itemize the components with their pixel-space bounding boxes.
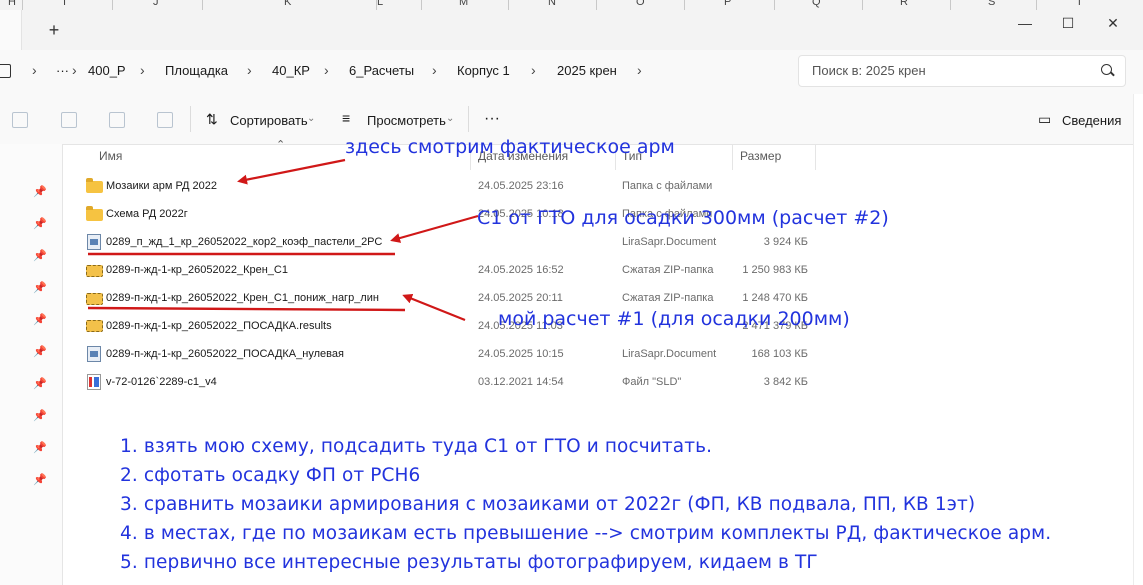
note-item: 2. сфотать осадку ФП от РСН6 <box>120 465 421 486</box>
note-item: 1. взять мою схему, подсадить туда С1 от… <box>120 436 713 457</box>
arrow-to-c1-document <box>390 214 479 243</box>
note-item: 4. в местах, где по мозаикам есть превыш… <box>120 523 1052 544</box>
arrow-to-my-calc <box>402 293 466 322</box>
vertical-scrollbar[interactable] <box>1133 94 1143 585</box>
arrow-to-mosaic-folder <box>237 158 346 185</box>
note-item: 3. сравнить мозаики армирования с мозаик… <box>120 494 976 515</box>
note-item: 5. первично все интересные результаты фо… <box>120 552 818 573</box>
underline-my-calc <box>87 306 406 312</box>
